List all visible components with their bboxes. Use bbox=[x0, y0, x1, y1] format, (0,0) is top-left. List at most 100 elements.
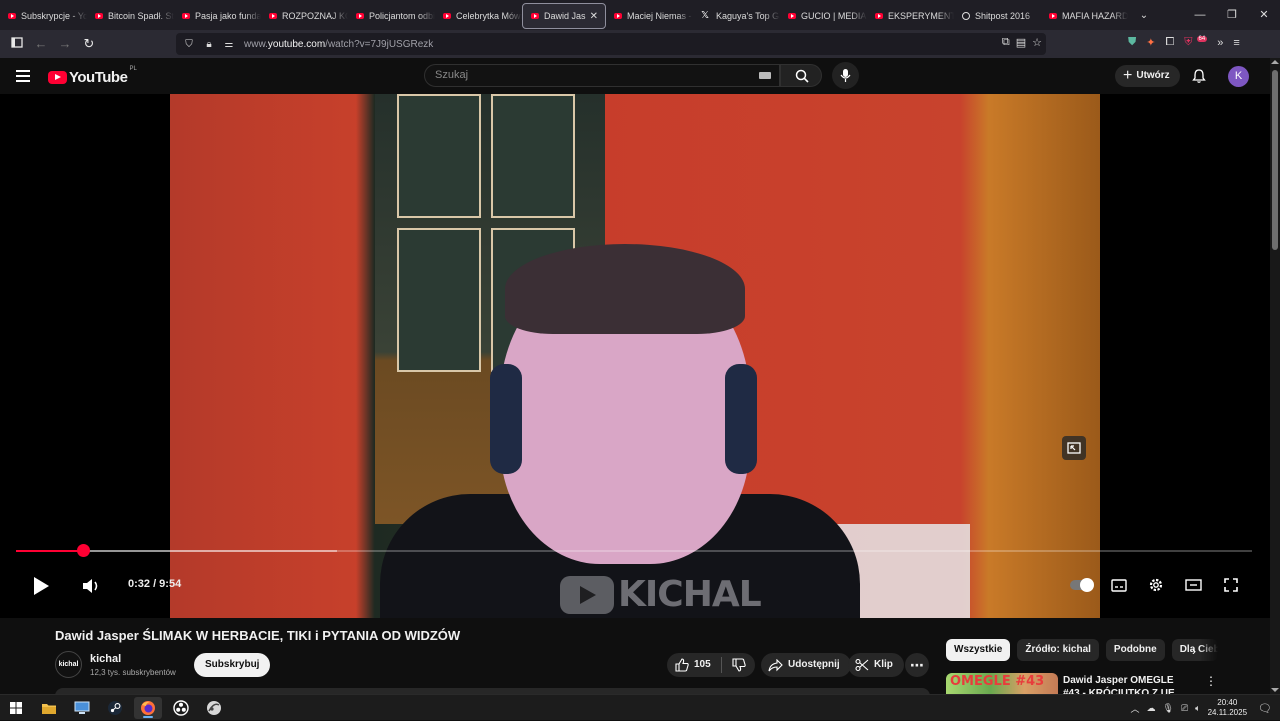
subtitles-icon[interactable] bbox=[1111, 579, 1127, 592]
youtube-icon bbox=[788, 13, 796, 19]
reader-view-icon[interactable]: ▤ bbox=[1016, 36, 1026, 49]
shield-extension-icon[interactable]: ⛊ bbox=[1128, 36, 1136, 49]
obs-icon[interactable] bbox=[167, 697, 195, 719]
progress-bar[interactable] bbox=[16, 544, 1252, 557]
scroll-up-arrow-icon[interactable] bbox=[1271, 60, 1279, 64]
tray-overflow-chevron-icon[interactable]: ︿ bbox=[1131, 702, 1140, 715]
restore-button[interactable]: ❐ bbox=[1216, 0, 1248, 30]
close-window-button[interactable]: ✕ bbox=[1248, 0, 1280, 30]
browser-tab[interactable]: Celebrytka Mówi bbox=[435, 3, 522, 29]
youtube-icon bbox=[531, 13, 539, 19]
sidebar-toggle-icon[interactable] bbox=[8, 35, 26, 53]
start-windows-icon[interactable] bbox=[2, 697, 30, 719]
page-scrollbar[interactable] bbox=[1270, 58, 1280, 694]
computer-icon[interactable] bbox=[68, 697, 96, 719]
microphone-tray-icon[interactable]: 🎙︎ bbox=[1163, 703, 1174, 714]
youtube-logo[interactable]: YouTube PL bbox=[48, 66, 137, 86]
onedrive-cloud-icon[interactable]: ☁︎ bbox=[1147, 703, 1156, 714]
speaker-icon[interactable]: 🔈︎ bbox=[1195, 703, 1200, 714]
voice-search-button[interactable] bbox=[832, 62, 859, 89]
recommended-more-icon[interactable]: ⋮ bbox=[1205, 674, 1217, 688]
network-icon[interactable]: ⎚ bbox=[1181, 703, 1188, 714]
scrubber-handle[interactable] bbox=[76, 544, 90, 557]
search-button[interactable] bbox=[780, 64, 822, 87]
permissions-icon[interactable]: ⚌ bbox=[222, 39, 236, 50]
chips-next-chevron-icon[interactable]: › bbox=[1192, 644, 1196, 658]
search-input[interactable]: Szukaj bbox=[424, 64, 780, 87]
clock[interactable]: 20:40 24.11.2025 bbox=[1208, 698, 1247, 718]
ublock-icon[interactable]: ⛨ bbox=[1184, 36, 1192, 49]
notifications-icon[interactable]: 🗨︎ bbox=[1258, 702, 1272, 715]
subscriber-count: 12,3 tys. subskrybentów bbox=[90, 668, 176, 677]
fullscreen-icon[interactable] bbox=[1224, 578, 1238, 592]
like-button[interactable]: 105 bbox=[675, 653, 711, 677]
forward-button[interactable]: → bbox=[56, 35, 74, 53]
browser-tab[interactable]: Policjantom odbiło bbox=[348, 3, 435, 29]
subscribe-button[interactable]: Subskrybuj bbox=[194, 653, 271, 677]
autoplay-toggle[interactable] bbox=[1070, 578, 1094, 592]
address-bar[interactable]: ⛉ 🔒︎ ⚌ www.youtube.com/watch?v=7J9jUSGRe… bbox=[176, 33, 1046, 55]
steam-icon[interactable] bbox=[101, 697, 129, 719]
browser-tab[interactable]: Dawid Jasper ✕ bbox=[522, 3, 606, 29]
filter-chip[interactable]: Podobne bbox=[1105, 639, 1165, 661]
firefox-icon[interactable] bbox=[134, 697, 162, 719]
url-text[interactable]: www.youtube.com/watch?v=7J9jUSGRezk bbox=[244, 39, 433, 50]
hamburger-menu-icon[interactable] bbox=[16, 70, 30, 85]
scroll-down-arrow-icon[interactable] bbox=[1271, 688, 1279, 692]
microphone-icon bbox=[840, 69, 851, 82]
thumbs-down-icon[interactable] bbox=[732, 658, 746, 672]
video-player[interactable]: KICHAL 0:32 / 9:54 bbox=[0, 94, 1270, 618]
reload-button[interactable]: ↻ bbox=[80, 35, 98, 53]
youtube-play-icon bbox=[48, 71, 67, 84]
overflow-chevron-icon[interactable]: » bbox=[1217, 37, 1223, 49]
browser-tab[interactable]: ROZPOZNAJ KOD bbox=[261, 3, 348, 29]
back-button[interactable]: ← bbox=[32, 35, 50, 53]
create-button[interactable]: + Utwórz bbox=[1115, 65, 1180, 87]
browser-tab[interactable]: 𝕏 Kaguya's Top Ga bbox=[693, 3, 780, 29]
more-actions-icon[interactable]: ⋯ bbox=[905, 653, 929, 677]
notifications-bell-icon[interactable] bbox=[1191, 68, 1207, 84]
filter-chip[interactable]: Wszystkie bbox=[946, 639, 1011, 661]
filter-chip[interactable]: Źródło: kichal bbox=[1017, 639, 1099, 661]
extension-icons: ⛊ ✦ ⧠ ⛨ 64 » ≡ bbox=[1128, 35, 1240, 49]
theater-mode-icon[interactable] bbox=[1185, 579, 1202, 591]
tab-title: Policjantom odbiło bbox=[369, 11, 435, 21]
extensions-puzzle-icon[interactable]: ⧠ bbox=[1165, 36, 1174, 49]
volume-icon[interactable] bbox=[82, 578, 100, 594]
tab-title: EKSPERYMENT: G bbox=[888, 11, 954, 21]
app-icon[interactable] bbox=[200, 697, 228, 719]
clock-date: 24.11.2025 bbox=[1207, 708, 1248, 717]
pip-page-icon[interactable]: ⧉ bbox=[1002, 36, 1010, 49]
miniplayer-button[interactable] bbox=[1062, 436, 1086, 460]
settings-gear-icon[interactable] bbox=[1148, 577, 1164, 593]
tab-list-chevron-icon[interactable]: ⌄ bbox=[1134, 10, 1154, 21]
play-icon[interactable] bbox=[32, 576, 50, 596]
shield-icon[interactable]: ⛉ bbox=[182, 39, 196, 50]
browser-tab[interactable]: MAFIA HAZARD bbox=[1041, 3, 1128, 29]
share-button[interactable]: Udostępnij bbox=[761, 653, 851, 677]
headset-ear-icon bbox=[725, 364, 757, 474]
file-explorer-icon[interactable] bbox=[35, 697, 63, 719]
close-tab-icon[interactable]: ✕ bbox=[590, 11, 598, 22]
clip-button[interactable]: Klip bbox=[848, 653, 904, 677]
keyboard-icon[interactable] bbox=[759, 72, 771, 79]
browser-tab[interactable]: Pasja jako fundament bbox=[174, 3, 261, 29]
recommended-thumbnail[interactable]: OMEGLE #43 bbox=[946, 673, 1058, 694]
lock-icon[interactable]: 🔒︎ bbox=[202, 39, 216, 50]
fox-extension-icon[interactable]: ✦ bbox=[1146, 36, 1155, 49]
bookmark-star-icon[interactable]: ☆ bbox=[1032, 36, 1042, 49]
account-avatar[interactable]: K bbox=[1228, 66, 1249, 87]
recommended-title[interactable]: Dawid Jasper OMEGLE #43 - KRÓCIUTKO Z UE… bbox=[1063, 674, 1193, 694]
minimize-button[interactable]: — bbox=[1184, 0, 1216, 30]
browser-tab[interactable]: Subskrypcje - YouTube bbox=[0, 3, 87, 29]
video-frame[interactable]: KICHAL bbox=[170, 94, 1100, 618]
scrollbar-thumb[interactable] bbox=[1272, 70, 1278, 250]
browser-tab[interactable]: Bitcoin Spadł. Strach bbox=[87, 3, 174, 29]
browser-tab[interactable]: GUCIO | MEDIA bbox=[780, 3, 867, 29]
browser-tab[interactable]: EKSPERYMENT: G bbox=[867, 3, 954, 29]
browser-tab[interactable]: Maciej Niemas - bbox=[606, 3, 693, 29]
app-menu-icon[interactable]: ≡ bbox=[1233, 37, 1239, 49]
browser-tab[interactable]: Shitpost 2016 bbox=[954, 3, 1041, 29]
channel-avatar[interactable]: kichal bbox=[55, 651, 82, 678]
channel-name[interactable]: kichal bbox=[90, 653, 121, 665]
